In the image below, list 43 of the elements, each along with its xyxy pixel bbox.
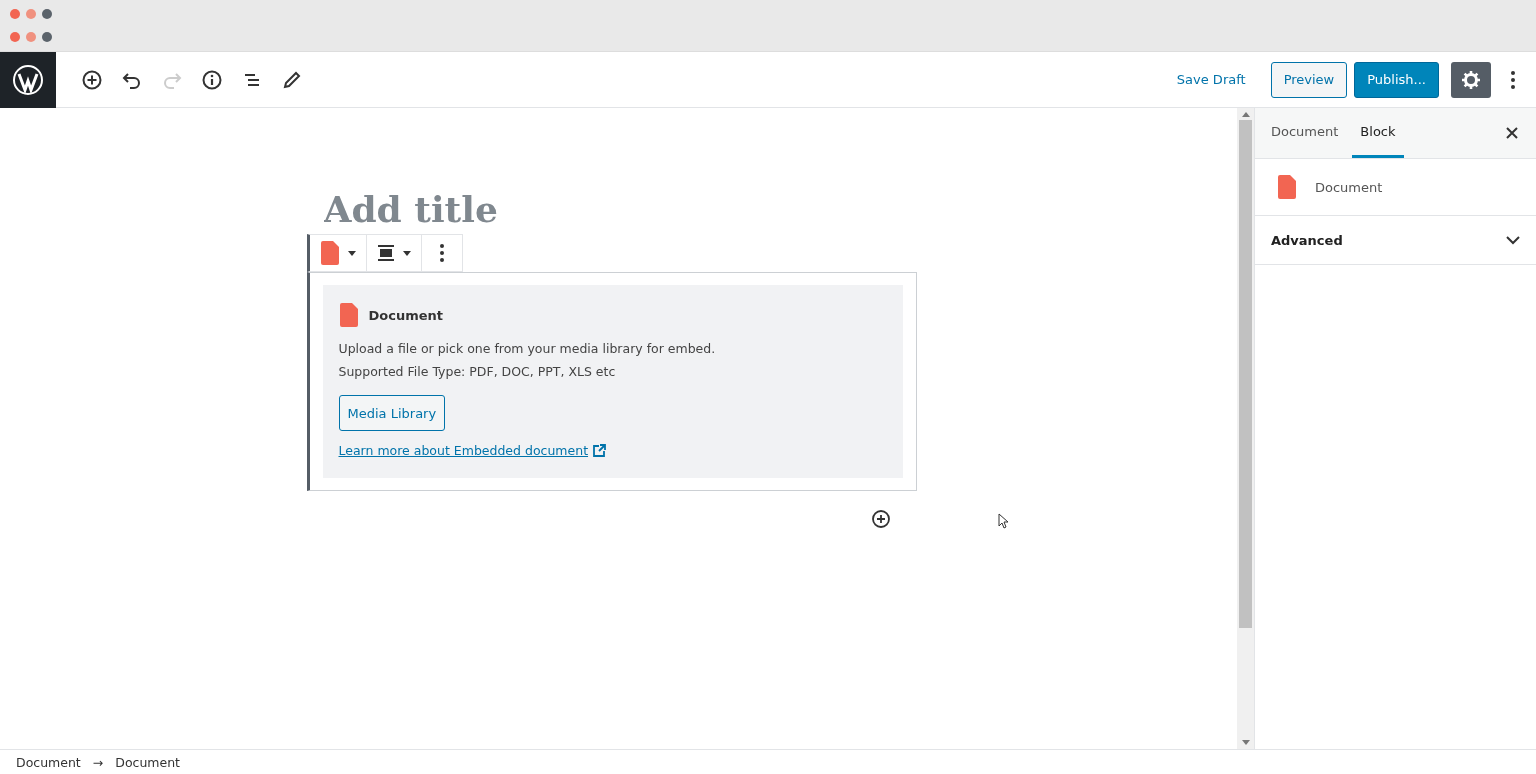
document-icon	[338, 303, 359, 327]
wordpress-logo[interactable]	[0, 51, 56, 108]
breadcrumb-item[interactable]: Document	[10, 754, 87, 770]
close-icon[interactable]	[1506, 127, 1518, 139]
scroll-down-icon[interactable]	[1241, 740, 1250, 745]
breadcrumb-item[interactable]: Document	[109, 754, 186, 770]
settings-button[interactable]	[1451, 61, 1491, 98]
document-icon	[1277, 175, 1297, 199]
sidebar-tab[interactable]: Block	[1352, 108, 1404, 158]
minimize-dot[interactable]	[26, 8, 36, 19]
info-icon[interactable]	[201, 68, 223, 91]
caret-icon	[347, 250, 356, 256]
breadcrumb-separator: →	[92, 754, 104, 770]
close-dot[interactable]	[10, 8, 20, 19]
media-library-button[interactable]: Media Library	[338, 395, 446, 431]
publish-button[interactable]: Publish...	[1354, 61, 1439, 98]
caret-icon	[402, 250, 411, 256]
chevron-icon	[1506, 235, 1520, 245]
mouse-cursor-icon	[998, 513, 1010, 529]
learn-more-link[interactable]: Learn more about Embedded document	[338, 443, 589, 458]
external-link-icon[interactable]	[593, 444, 607, 457]
gear-icon	[1461, 69, 1481, 90]
document-icon	[319, 241, 340, 265]
save-draft-button[interactable]: Save Draft	[1170, 71, 1252, 88]
sidebar-tab[interactable]: Document	[1263, 108, 1347, 158]
advanced-panel-toggle[interactable]: Advanced	[1255, 216, 1536, 265]
maximize-dot[interactable]	[42, 8, 52, 19]
add-block-icon[interactable]	[870, 509, 891, 529]
align-icon	[376, 245, 395, 261]
more-icon	[438, 243, 445, 263]
minimize-dot[interactable]	[26, 32, 36, 43]
add-icon[interactable]	[81, 68, 103, 91]
scrollbar-thumb[interactable]	[1239, 120, 1252, 628]
block-name: Document	[1315, 179, 1383, 195]
title-field[interactable]: Add title	[306, 188, 917, 230]
block-description: Upload a file or pick one from your media library for embed.	[338, 341, 717, 356]
close-dot[interactable]	[10, 32, 20, 43]
preview-button[interactable]: Preview	[1270, 61, 1348, 98]
maximize-dot[interactable]	[42, 32, 52, 43]
block-title: Document	[368, 307, 443, 323]
more-icon[interactable]	[1510, 69, 1516, 90]
file-types: Supported File Type: PDF, DOC, PPT, XLS etc	[338, 364, 617, 379]
scroll-up-icon[interactable]	[1241, 112, 1250, 117]
